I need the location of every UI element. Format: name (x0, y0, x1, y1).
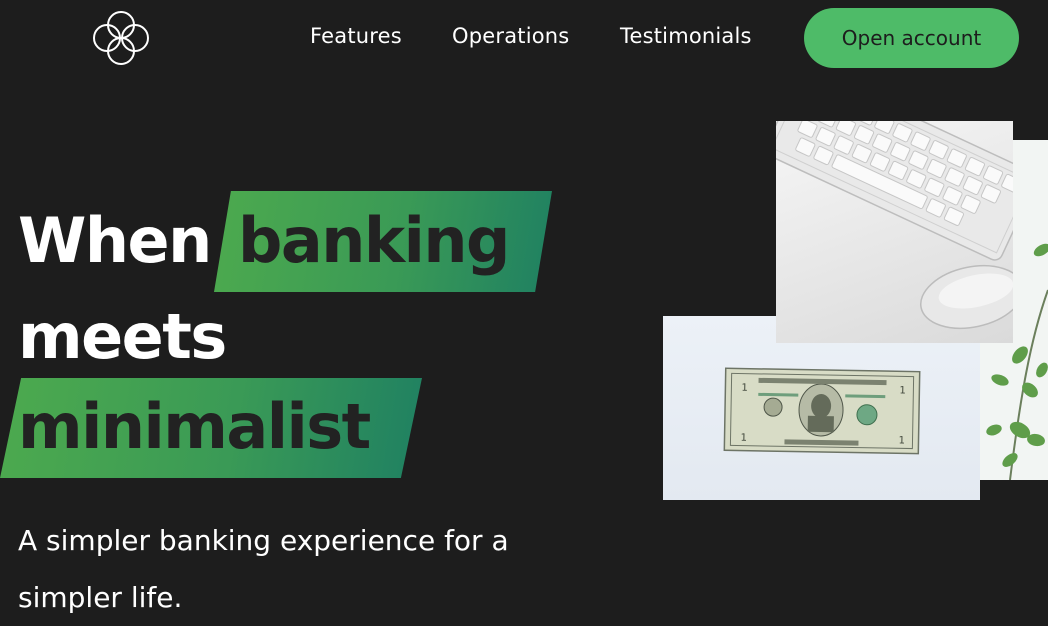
nav-link-features[interactable]: Features (310, 24, 402, 48)
keyboard-mouse-photo (776, 121, 1013, 343)
open-account-button[interactable]: Open account (804, 8, 1019, 68)
svg-text:1: 1 (740, 433, 747, 444)
logo-icon[interactable] (92, 10, 150, 66)
hero-word-minimalist: minimalist (18, 390, 371, 463)
nav-link-testimonials[interactable]: Testimonials (620, 24, 752, 48)
hero-word-meets: meets (18, 300, 227, 373)
svg-text:1: 1 (741, 383, 748, 394)
nav-link-operations[interactable]: Operations (452, 24, 569, 48)
hero-word-banking: banking (238, 204, 510, 277)
hero-subtitle: A simpler banking experience for a simpl… (18, 524, 509, 614)
svg-text:1: 1 (898, 435, 905, 446)
top-nav: Features Operations Testimonials Open ac… (0, 0, 1048, 76)
hero-word-when: When (18, 204, 212, 277)
svg-text:1: 1 (899, 385, 906, 396)
dollar-bill-photo: 1 1 1 1 (663, 316, 980, 500)
